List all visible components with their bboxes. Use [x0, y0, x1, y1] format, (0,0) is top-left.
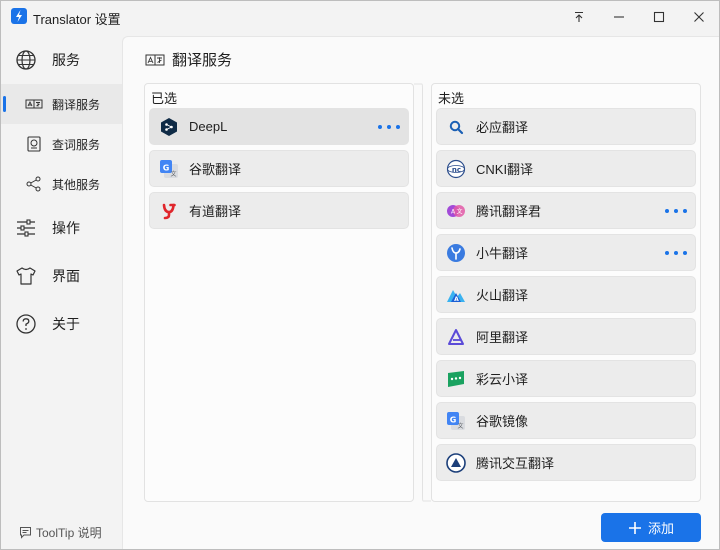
sidebar-item-label: 界面 [52, 268, 80, 284]
more-options-button[interactable] [665, 203, 687, 219]
service-name: CNKI翻译 [476, 162, 534, 177]
window-title: Translator 设置 [33, 12, 121, 27]
service-name: DeepL [189, 119, 228, 134]
service-card-cnki[interactable]: nc CNKI翻译 [436, 150, 696, 187]
maximize-icon [653, 11, 665, 23]
svg-text:G: G [450, 415, 457, 424]
settings-window: Translator 设置 服务 翻译服务 查词服务 其他服务 操作 界面 关于… [0, 0, 720, 550]
service-name: 有道翻译 [189, 204, 242, 219]
more-options-button[interactable] [665, 245, 687, 261]
translate-icon [25, 99, 43, 109]
deepl-icon [161, 117, 177, 136]
service-card-tencent-translate[interactable]: A 文 腾讯翻译君 [436, 192, 696, 229]
message-icon [20, 527, 31, 539]
sidebar-item-services[interactable]: 服务 [1, 36, 122, 84]
service-card-bing[interactable]: 必应翻译 [436, 108, 696, 145]
sidebar-item-interface[interactable]: 界面 [1, 252, 122, 300]
close-icon [694, 12, 704, 22]
maximize-button[interactable] [639, 1, 679, 33]
service-card-tencent-interactive[interactable]: 腾讯交互翻译 [436, 444, 696, 481]
sidebar-item-label: 查词服务 [52, 137, 101, 152]
sidebar-item-other-services[interactable]: 其他服务 [1, 164, 122, 204]
shirt-icon [16, 267, 36, 285]
caiyun-icon [448, 370, 464, 387]
title-bar[interactable]: Translator 设置 [1, 1, 719, 33]
unselected-list-title: 未选 [438, 91, 465, 106]
sidebar-item-operations[interactable]: 操作 [1, 204, 122, 252]
service-card-niutrans[interactable]: 小牛翻译 [436, 234, 696, 271]
service-card-ali[interactable]: 阿里翻译 [436, 318, 696, 355]
service-name: 谷歌翻译 [189, 162, 242, 177]
tencent-interactive-icon [446, 452, 466, 473]
google-translate-icon: G 文 [160, 159, 178, 178]
niutrans-icon [447, 243, 465, 262]
service-card-volcano[interactable]: A 火山翻译 [436, 276, 696, 313]
globe-icon [16, 50, 36, 70]
svg-text:nc: nc [452, 166, 461, 174]
dictionary-icon [27, 136, 41, 152]
service-name: 必应翻译 [476, 120, 529, 135]
service-name: 火山翻译 [476, 288, 529, 303]
service-name: 腾讯翻译君 [476, 204, 542, 219]
sidebar-item-translate-services[interactable]: 翻译服务 [1, 84, 122, 124]
tencent-translate-icon: A 文 [447, 204, 465, 217]
bing-search-icon [449, 120, 464, 134]
selected-list-title: 已选 [151, 91, 178, 106]
sidebar: 服务 翻译服务 查词服务 其他服务 操作 界面 关于 ToolTip 说明 [1, 33, 122, 549]
pin-button[interactable] [559, 1, 599, 33]
svg-text:文: 文 [170, 170, 176, 178]
service-name: 阿里翻译 [476, 330, 529, 345]
sidebar-item-label: 关于 [52, 316, 80, 332]
google-mirror-icon: G 文 [447, 411, 465, 430]
sidebar-item-label: 操作 [52, 220, 80, 236]
share-icon [26, 176, 41, 192]
service-card-google-mirror[interactable]: G 文 谷歌镜像 [436, 402, 696, 439]
translate-icon [145, 54, 165, 65]
add-button-label: 添加 [647, 521, 674, 536]
svg-text:文: 文 [457, 422, 463, 430]
sidebar-item-about[interactable]: 关于 [1, 300, 122, 348]
help-icon [16, 314, 36, 334]
minimize-button[interactable] [599, 1, 639, 33]
tooltip-help-label: ToolTip 说明 [36, 526, 102, 540]
service-card-caiyun[interactable]: 彩云小译 [436, 360, 696, 397]
tooltip-help-link[interactable]: ToolTip 说明 [19, 524, 102, 541]
ali-icon [448, 328, 464, 345]
add-service-button[interactable]: 添加 [601, 513, 701, 542]
selected-services-list[interactable]: 已选 DeepL G 文 谷歌翻译 有道翻译 [144, 83, 414, 502]
main-panel: 翻译服务 已选 DeepL G 文 谷歌翻译 有道翻译 未选 必应翻译 nc C… [122, 36, 719, 549]
sidebar-item-dictionary-services[interactable]: 查词服务 [1, 124, 122, 164]
sidebar-item-label: 其他服务 [52, 177, 101, 192]
youdao-icon [162, 203, 176, 219]
svg-text:文: 文 [456, 207, 462, 215]
cnki-icon: nc [446, 159, 466, 178]
service-card-deepl[interactable]: DeepL [149, 108, 409, 145]
volcano-icon: A [447, 289, 465, 303]
svg-text:A: A [454, 296, 459, 303]
more-options-button[interactable] [378, 119, 400, 135]
sliders-icon [17, 219, 35, 237]
sidebar-item-label: 服务 [52, 52, 80, 68]
service-name: 腾讯交互翻译 [476, 456, 555, 471]
page-title: 翻译服务 [172, 52, 233, 69]
unselected-services-list[interactable]: 未选 必应翻译 nc CNKI翻译 A 文 腾讯翻译君 小牛翻译 A 火山翻译 … [431, 83, 701, 502]
close-button[interactable] [679, 1, 719, 33]
service-name: 谷歌镜像 [476, 414, 529, 429]
service-name: 彩云小译 [476, 372, 529, 387]
sidebar-item-label: 翻译服务 [52, 97, 101, 112]
plus-icon [628, 521, 641, 534]
service-name: 小牛翻译 [476, 246, 529, 261]
page-header: 翻译服务 [145, 49, 232, 70]
svg-text:G: G [163, 163, 170, 172]
minimize-icon [614, 16, 624, 18]
app-logo-icon [11, 8, 27, 24]
service-card-youdao[interactable]: 有道翻译 [149, 192, 409, 229]
service-card-google-translate[interactable]: G 文 谷歌翻译 [149, 150, 409, 187]
column-divider [414, 83, 431, 502]
pin-icon [575, 11, 583, 22]
